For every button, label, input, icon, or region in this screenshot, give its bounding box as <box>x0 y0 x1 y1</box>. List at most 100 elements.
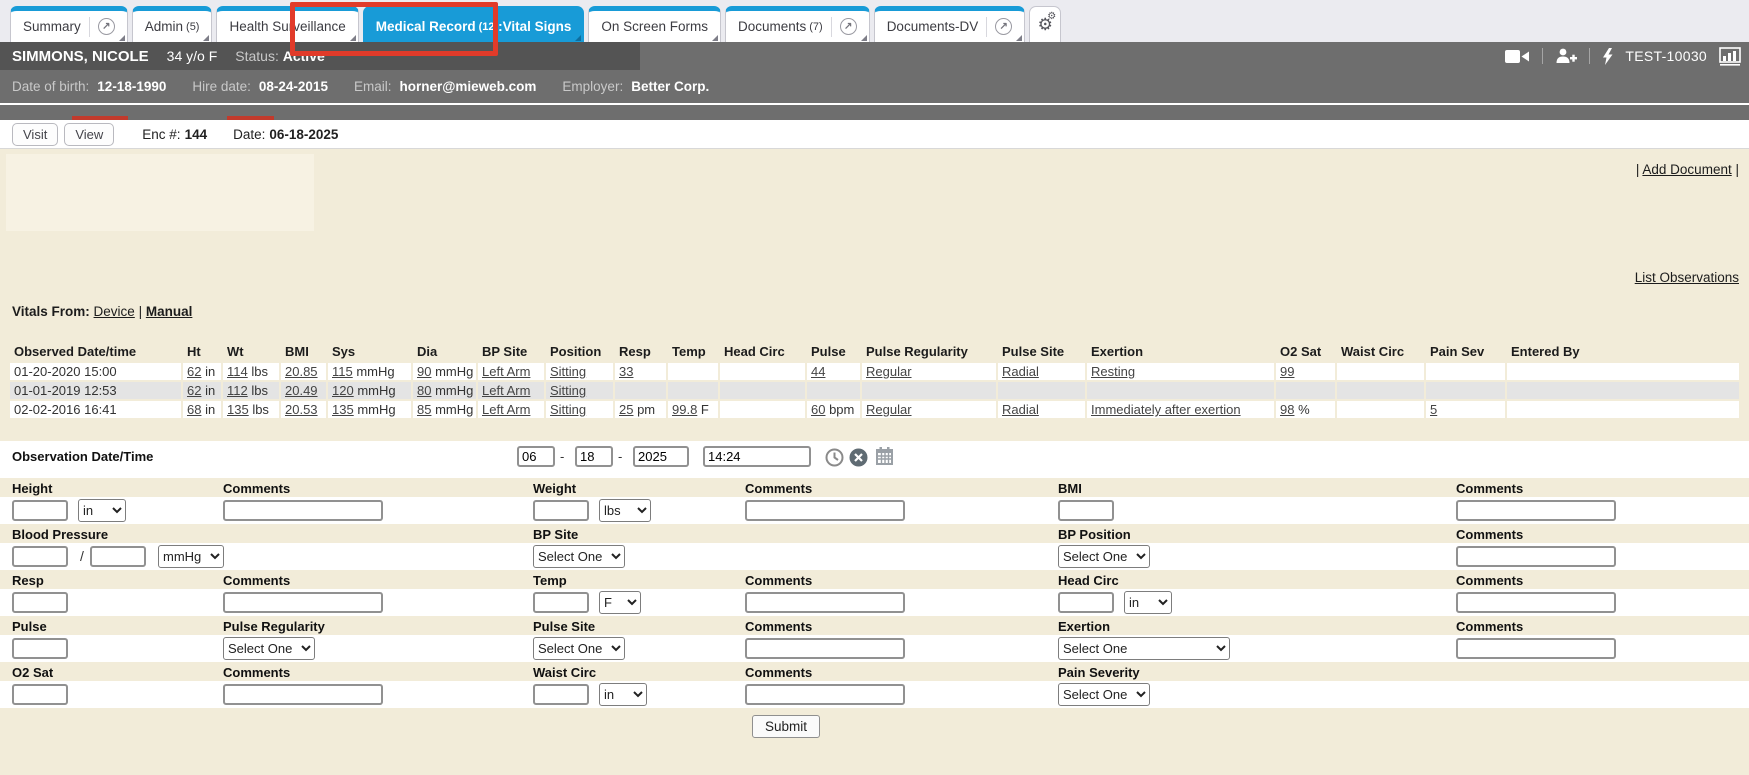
add-person-icon[interactable] <box>1555 48 1577 64</box>
vitals-value-link[interactable]: Left Arm <box>482 364 530 379</box>
obs-time-input[interactable] <box>703 446 811 467</box>
tab-on-screen-forms[interactable]: On Screen Forms <box>588 6 721 42</box>
device-link[interactable]: Device <box>94 304 135 319</box>
bmi-comments-input[interactable] <box>1456 500 1616 521</box>
weight-unit-select[interactable]: lbs <box>599 499 651 522</box>
submit-button[interactable]: Submit <box>752 715 820 738</box>
vitals-value-link[interactable]: Radial <box>1002 364 1039 379</box>
bp-unit-select[interactable]: mmHg <box>158 545 224 568</box>
temp-input[interactable] <box>533 592 589 613</box>
vitals-value-link[interactable]: 90 <box>417 364 431 379</box>
video-camera-icon[interactable] <box>1505 49 1530 64</box>
vitals-value-link[interactable]: Sitting <box>550 364 586 379</box>
resp-comments-input[interactable] <box>223 592 383 613</box>
vitals-value-link[interactable]: Left Arm <box>482 383 530 398</box>
temp-comments-input[interactable] <box>745 592 905 613</box>
tab-documents[interactable]: Documents (7) ↗ <box>725 6 870 42</box>
exertion-comments-input[interactable] <box>1456 638 1616 659</box>
vitals-value-link[interactable]: Regular <box>866 402 912 417</box>
popout-icon[interactable]: ↗ <box>98 18 115 35</box>
popout-icon[interactable]: ↗ <box>995 18 1012 35</box>
vitals-value-link[interactable]: Sitting <box>550 383 586 398</box>
vitals-value-link[interactable]: 33 <box>619 364 633 379</box>
waist-circ-unit-select[interactable]: in <box>599 683 647 706</box>
vitals-value-link[interactable]: 20.53 <box>285 402 318 417</box>
chart-icon[interactable] <box>1719 47 1741 66</box>
vitals-value-link[interactable]: 25 <box>619 402 633 417</box>
bmi-input[interactable] <box>1058 500 1114 521</box>
bp-position-select[interactable]: Select One <box>1058 545 1150 568</box>
head-circ-unit-select[interactable]: in <box>1124 591 1172 614</box>
o2-sat-input[interactable] <box>12 684 68 705</box>
vitals-value-link[interactable]: 120 <box>332 383 354 398</box>
clock-icon[interactable] <box>825 448 844 467</box>
pulse-regularity-select[interactable]: Select One <box>223 637 315 660</box>
vitals-value-link[interactable]: 115 <box>332 364 353 379</box>
vitals-value-link[interactable]: 135 <box>332 402 354 417</box>
pulse-input[interactable] <box>12 638 68 659</box>
vitals-value-link[interactable]: 114 <box>227 364 248 379</box>
vitals-value-link[interactable]: 99 <box>1280 364 1294 379</box>
vitals-value-link[interactable]: Sitting <box>550 402 586 417</box>
o2-sat-comments-input[interactable] <box>223 684 383 705</box>
tab-admin[interactable]: Admin (5) <box>132 6 213 42</box>
weight-input[interactable] <box>533 500 589 521</box>
vitals-value-link[interactable]: 60 <box>811 402 825 417</box>
vitals-value-link[interactable]: 5 <box>1430 402 1437 417</box>
vitals-value-link[interactable]: Regular <box>866 364 912 379</box>
vitals-value-link[interactable]: Resting <box>1091 364 1135 379</box>
exertion-select[interactable]: Select One <box>1058 637 1230 660</box>
visit-button[interactable]: Visit <box>12 123 58 146</box>
waist-circ-input[interactable] <box>533 684 589 705</box>
tab-documents-dv[interactable]: Documents-DV ↗ <box>874 6 1026 42</box>
vitals-value-link[interactable]: Radial <box>1002 402 1039 417</box>
view-button[interactable]: View <box>64 123 114 146</box>
vitals-value-link[interactable]: 135 <box>227 402 249 417</box>
tab-health-surveillance[interactable]: Health Surveillance <box>216 6 358 42</box>
pulse-site-select[interactable]: Select One <box>533 637 625 660</box>
vitals-value-link[interactable]: 80 <box>417 383 431 398</box>
temp-unit-select[interactable]: F <box>599 591 641 614</box>
waist-circ-comments-input[interactable] <box>745 684 905 705</box>
vitals-value-link[interactable]: Immediately after exertion <box>1091 402 1241 417</box>
vitals-value-link[interactable]: 98 <box>1280 402 1294 417</box>
weight-comments-input[interactable] <box>745 500 905 521</box>
calendar-icon[interactable] <box>875 447 894 466</box>
vitals-value-link[interactable]: 44 <box>811 364 825 379</box>
head-circ-input[interactable] <box>1058 592 1114 613</box>
vitals-value-link[interactable]: 112 <box>227 383 248 398</box>
obs-day-input[interactable] <box>575 446 613 467</box>
height-unit-select[interactable]: in <box>78 499 126 522</box>
obs-year-input[interactable] <box>633 446 689 467</box>
vitals-value-link[interactable]: Left Arm <box>482 402 530 417</box>
lightning-bolt-icon[interactable] <box>1602 48 1613 65</box>
head-circ-comments-input[interactable] <box>1456 592 1616 613</box>
vitals-value-link[interactable]: 62 <box>187 364 201 379</box>
vitals-value-link[interactable]: 20.49 <box>285 383 318 398</box>
vitals-value-link[interactable]: 68 <box>187 402 201 417</box>
pulse-comments-input[interactable] <box>745 638 905 659</box>
add-document-link[interactable]: Add Document <box>1642 162 1731 177</box>
vitals-value-link[interactable]: 62 <box>187 383 201 398</box>
popout-icon[interactable]: ↗ <box>840 18 857 35</box>
obs-month-input[interactable] <box>517 446 555 467</box>
header-strip <box>0 105 1749 120</box>
list-observations-link[interactable]: List Observations <box>1635 270 1739 285</box>
vitals-value-link[interactable]: 99.8 <box>672 402 697 417</box>
vitals-value-link[interactable]: 20.85 <box>285 364 318 379</box>
bp-site-select[interactable]: Select One <box>533 545 625 568</box>
tab-summary[interactable]: Summary ↗ <box>10 6 128 42</box>
bp-comments-input[interactable] <box>1456 546 1616 567</box>
tab-medical-record-active[interactable]: Medical Record (12) :Vital Signs <box>363 6 585 42</box>
clear-x-icon[interactable] <box>849 448 868 467</box>
manual-link[interactable]: Manual <box>146 304 193 319</box>
height-comments-input[interactable] <box>223 500 383 521</box>
pain-severity-select[interactable]: Select One <box>1058 683 1150 706</box>
settings-gears-icon[interactable]: ⚙⚙ <box>1029 6 1061 42</box>
bp-systolic-input[interactable] <box>12 546 68 567</box>
height-input[interactable] <box>12 500 68 521</box>
vitals-value-link[interactable]: 85 <box>417 402 431 417</box>
resp-input[interactable] <box>12 592 68 613</box>
bp-diastolic-input[interactable] <box>90 546 146 567</box>
patient-status-value: Active <box>283 48 325 64</box>
